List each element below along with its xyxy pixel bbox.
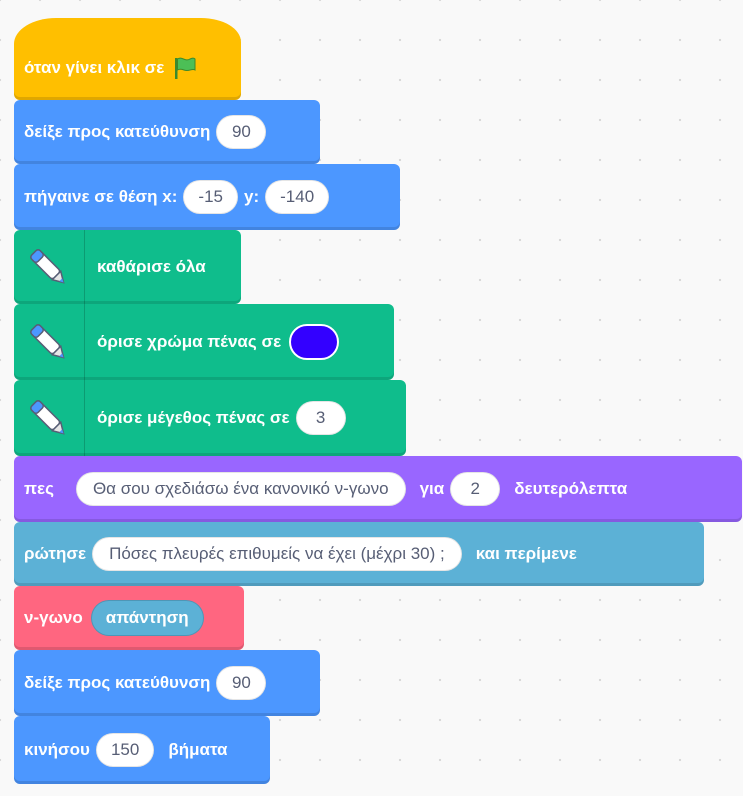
- set-variable-block[interactable]: ν-γωνο απάντηση: [14, 586, 244, 650]
- steps-label: βήματα: [168, 740, 228, 759]
- pen-clear-block[interactable]: καθάρισε όλα: [14, 230, 241, 304]
- when-flag-clicked-block[interactable]: όταν γίνει κλικ σε: [14, 18, 241, 100]
- set-pen-size-block[interactable]: όρισε μέγεθος πένας σε 3: [14, 380, 406, 456]
- variable-name-label: ν-γωνο: [24, 608, 83, 627]
- pen-icon: [24, 230, 85, 304]
- block-label: πες: [24, 479, 54, 498]
- block-label: κινήσου: [24, 740, 90, 759]
- block-label: καθάρισε όλα: [97, 257, 206, 276]
- y-input[interactable]: -140: [265, 180, 330, 214]
- y-label: y:: [244, 187, 260, 206]
- block-label: όρισε μέγεθος πένας σε: [97, 408, 290, 427]
- set-pen-color-block[interactable]: όρισε χρώμα πένας σε: [14, 304, 394, 380]
- move-steps-block[interactable]: κινήσου 150 βήματα: [14, 716, 270, 784]
- block-label: όρισε χρώμα πένας σε: [97, 332, 282, 351]
- go-to-xy-block[interactable]: πήγαινε σε θέση x: -15 y: -140: [14, 164, 400, 230]
- x-input[interactable]: -15: [183, 180, 238, 214]
- block-label: δείξε προς κατεύθυνση: [24, 122, 211, 141]
- block-label: όταν γίνει κλικ σε: [24, 58, 165, 77]
- pen-icon: [24, 380, 85, 456]
- say-for-secs-block[interactable]: πες Θα σου σχεδιάσω ένα κανονικό ν-γωνο …: [14, 456, 742, 522]
- question-input[interactable]: Πόσες πλευρές επιθυμείς να έχει (μέχρι 3…: [92, 537, 462, 571]
- pen-size-input[interactable]: 3: [295, 401, 346, 435]
- block-label: ρώτησε: [24, 544, 87, 563]
- seconds-label: δευτερόλεπτα: [514, 479, 628, 498]
- wait-label: και περίμενε: [475, 544, 577, 563]
- direction-input[interactable]: 90: [216, 666, 267, 700]
- point-in-direction-block[interactable]: δείξε προς κατεύθυνση 90: [14, 100, 320, 164]
- green-flag-icon: [172, 56, 198, 80]
- pen-color-swatch[interactable]: [289, 324, 340, 360]
- answer-reporter[interactable]: απάντηση: [90, 600, 204, 636]
- scripts-canvas[interactable]: όταν γίνει κλικ σε δείξε προς κατεύθυνση…: [0, 0, 743, 796]
- ask-and-wait-block[interactable]: ρώτησε Πόσες πλευρές επιθυμείς να έχει (…: [14, 522, 704, 586]
- for-label: για: [419, 479, 445, 498]
- seconds-input[interactable]: 2: [450, 472, 501, 506]
- block-label: δείξε προς κατεύθυνση: [24, 673, 211, 692]
- direction-input[interactable]: 90: [216, 115, 267, 149]
- block-label: πήγαινε σε θέση x:: [24, 187, 178, 206]
- pen-icon: [24, 304, 85, 380]
- message-input[interactable]: Θα σου σχεδιάσω ένα κανονικό ν-γωνο: [75, 472, 406, 506]
- steps-input[interactable]: 150: [95, 733, 155, 767]
- point-in-direction-block[interactable]: δείξε προς κατεύθυνση 90: [14, 650, 320, 716]
